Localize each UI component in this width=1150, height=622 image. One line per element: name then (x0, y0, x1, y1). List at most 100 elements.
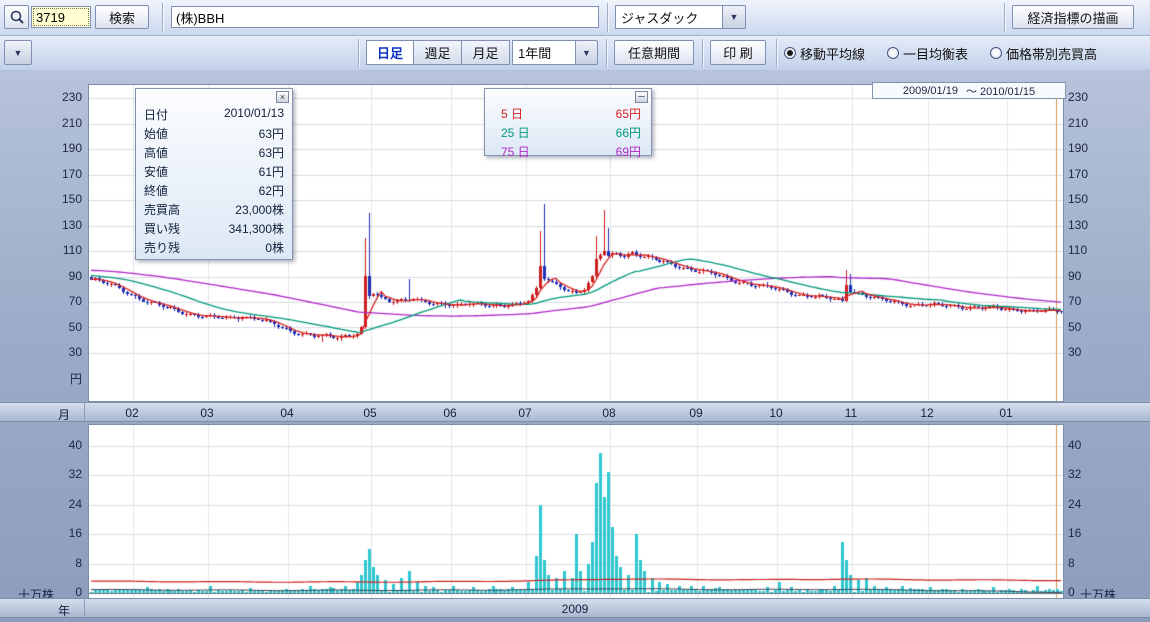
price-axis-label: 130 (50, 218, 82, 232)
month-label: 11 (838, 406, 864, 420)
volume-axis-label: 32 (50, 467, 82, 481)
volume-axis-label: 40 (50, 438, 82, 452)
volume-axis-label: 16 (1068, 526, 1100, 540)
radio-ichimoku[interactable]: 一目均衡表 (887, 44, 968, 63)
search-button[interactable]: 検索 (95, 5, 149, 29)
toolbar-top: 検索 ジャスダック ▼ 経済指標の描画 (0, 0, 1150, 36)
month-label: 03 (194, 406, 220, 420)
legend-value: 65円 (616, 105, 641, 122)
radio-label: 移動平均線 (800, 44, 865, 63)
legend-row: 25 日66円 (485, 123, 651, 142)
date-range-box: 2009/01/19 ～ 2010/01/15 (872, 82, 1066, 99)
price-unit-label: 円 (50, 370, 82, 387)
month-label: 08 (596, 406, 622, 420)
radio-icon (784, 47, 796, 59)
month-label: 06 (437, 406, 463, 420)
radio-label: 価格帯別売買高 (1006, 44, 1097, 63)
side-dropdown-button[interactable]: ▼ (4, 40, 32, 65)
price-axis-label: 110 (50, 243, 82, 257)
radio-icon (887, 47, 899, 59)
price-axis-label: 230 (1068, 90, 1100, 104)
price-axis-label: 70 (50, 294, 82, 308)
chart-type-tabs: 日足週足月足 (366, 40, 510, 65)
market-select-value[interactable]: ジャスダック (615, 5, 723, 29)
info-label: 終値 (144, 182, 168, 199)
quote-info-box: × 日付2010/01/13始値63円高値63円安値61円終値62円売買高23,… (135, 88, 293, 260)
info-value: 63円 (259, 144, 284, 161)
month-label: 07 (512, 406, 538, 420)
legend-label: 5 日 (501, 105, 523, 122)
custom-period-button[interactable]: 任意期間 (614, 40, 694, 65)
info-value: 341,300株 (229, 220, 284, 237)
info-row: 売買高 23,000株 (136, 200, 292, 219)
period-select-arrow[interactable]: ▼ (575, 40, 598, 65)
tab-weekly[interactable]: 週足 (414, 40, 462, 65)
info-label: 買い残 (144, 220, 180, 237)
price-axis-label: 90 (1068, 269, 1100, 283)
info-value: 63円 (259, 125, 284, 142)
magnifier-icon (10, 10, 24, 24)
chevron-down-icon: ▼ (14, 48, 23, 58)
close-icon[interactable]: × (276, 91, 289, 103)
draw-economic-indicator-button[interactable]: 経済指標の描画 (1012, 5, 1134, 29)
info-label: 始値 (144, 125, 168, 142)
month-label: 10 (763, 406, 789, 420)
radio-price-band-volume[interactable]: 価格帯別売買高 (990, 44, 1097, 63)
date-range-to: ～ 2010/01/15 (966, 83, 1035, 99)
info-value: 2010/01/13 (224, 106, 284, 123)
price-axis-label: 130 (1068, 218, 1100, 232)
search-icon-button[interactable] (4, 5, 29, 29)
period-select-text: 1年間 (518, 43, 551, 62)
info-value: 0株 (265, 239, 284, 256)
custom-period-label: 任意期間 (628, 43, 680, 62)
stock-code-input[interactable] (31, 6, 91, 28)
chevron-down-icon: ▼ (582, 48, 591, 58)
price-axis-label: 150 (50, 192, 82, 206)
price-axis-label: 50 (1068, 320, 1100, 334)
month-label: 12 (914, 406, 940, 420)
stock-name-input[interactable] (171, 6, 599, 28)
price-axis-label: 190 (1068, 141, 1100, 155)
volume-axis-label: 8 (1068, 556, 1100, 570)
search-button-label: 検索 (109, 8, 135, 27)
info-label: 売買高 (144, 201, 180, 218)
ma-legend-rows: 5 日65円25 日66円75 日69円 (485, 89, 651, 161)
month-label: 02 (119, 406, 145, 420)
info-row: 買い残 341,300株 (136, 219, 292, 238)
radio-label: 一目均衡表 (903, 44, 968, 63)
tab-monthly[interactable]: 月足 (462, 40, 510, 65)
radio-moving-average[interactable]: 移動平均線 (784, 44, 865, 63)
price-axis-label: 110 (1068, 243, 1100, 257)
print-button[interactable]: 印 刷 (710, 40, 766, 65)
toolbar-second: ▼ 日足週足月足 1年間 ▼ 任意期間 印 刷 移動平均線 一目均衡表 価格帯別売買… (0, 36, 1150, 71)
chevron-down-icon: ▼ (730, 12, 739, 22)
price-axis-label: 230 (50, 90, 82, 104)
volume-axis-label: 40 (1068, 438, 1100, 452)
info-value: 62円 (259, 182, 284, 199)
radio-icon (990, 47, 1002, 59)
month-label: 04 (274, 406, 300, 420)
axis-cell-divider (84, 403, 85, 421)
draw-economic-indicator-label: 経済指標の描画 (1027, 8, 1118, 27)
price-axis-label: 70 (1068, 294, 1100, 308)
minimize-icon[interactable]: － (635, 91, 648, 103)
axis-cell-divider (84, 599, 85, 617)
volume-axis-label: 8 (50, 556, 82, 570)
date-range-from: 2009/01/19 (903, 85, 958, 97)
market-select-arrow[interactable]: ▼ (722, 5, 746, 29)
tab-daily[interactable]: 日足 (366, 40, 414, 65)
price-axis-label: 170 (1068, 167, 1100, 181)
legend-row: 5 日 65円 (485, 104, 651, 123)
info-value: 61円 (259, 163, 284, 180)
info-row: 安値61円 (136, 162, 292, 181)
info-value: 23,000株 (235, 201, 284, 218)
volume-axis-label: 16 (50, 526, 82, 540)
period-select-value[interactable]: 1年間 (512, 40, 576, 65)
month-axis-title: 月 (58, 406, 70, 423)
month-axis-bar: 月 020304050607080910111201 (0, 402, 1150, 422)
overlay-radio-group: 移動平均線 一目均衡表 価格帯別売買高 (784, 36, 1097, 70)
volume-chart-canvas[interactable] (88, 424, 1064, 599)
info-row: 始値 63円 (136, 124, 292, 143)
volume-axis-label: 24 (1068, 497, 1100, 511)
ma-legend-box: － 5 日65円25 日66円75 日69円 (484, 88, 652, 156)
